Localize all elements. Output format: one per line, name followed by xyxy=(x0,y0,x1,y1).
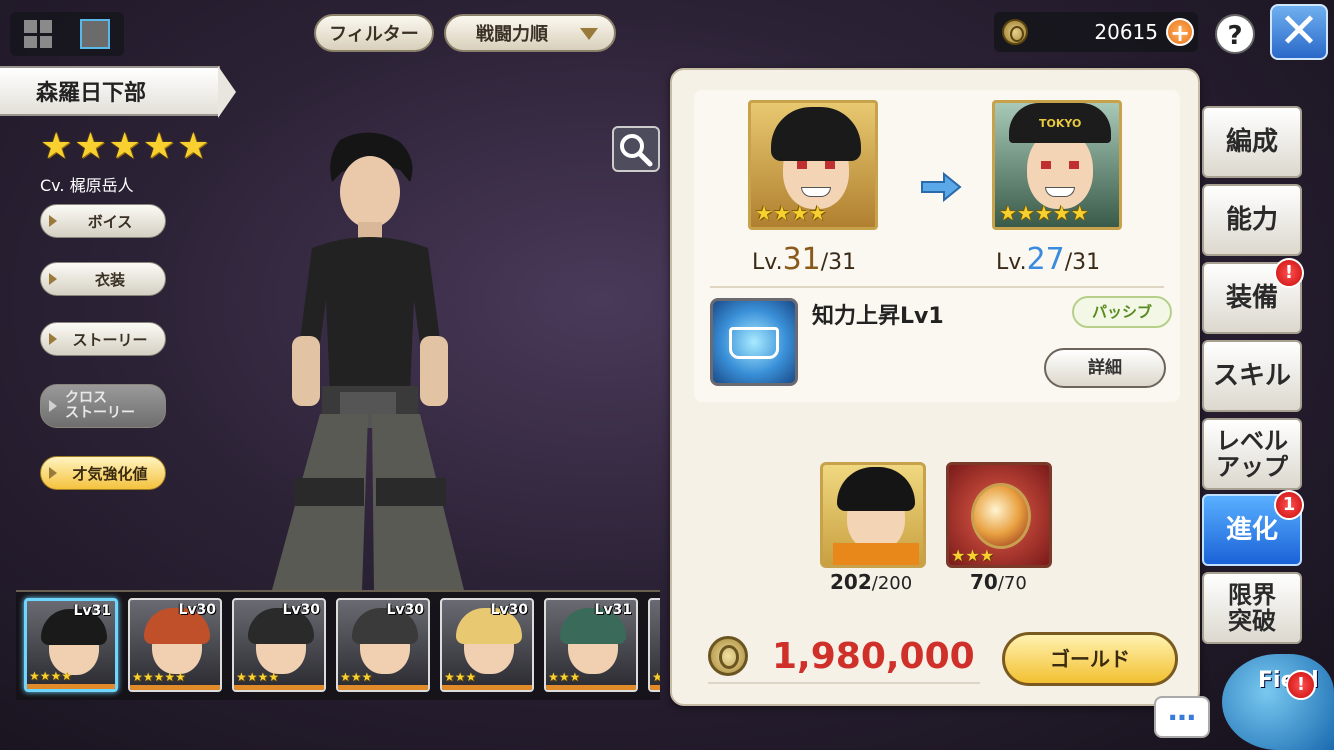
roster-level: Lv30 xyxy=(386,602,424,618)
gold-evolve-button[interactable]: ゴールド xyxy=(1002,632,1178,686)
cross-story-label: クロス ストーリー xyxy=(65,390,135,421)
tab-evolution[interactable]: 進化 1 xyxy=(1202,490,1304,566)
play-icon xyxy=(49,400,57,412)
roster-stars: ★★★ xyxy=(340,670,373,684)
roster-stars: ★★★★ xyxy=(236,670,280,684)
play-icon xyxy=(49,333,57,345)
tab-evolution-label: 進化 xyxy=(1225,515,1278,545)
material-2-count: 70/70 xyxy=(970,570,1027,594)
roster-exp-bar xyxy=(442,685,532,690)
play-icon xyxy=(49,215,57,227)
evolution-cost: 1,980,000 xyxy=(708,630,980,684)
field-button[interactable]: Field ! xyxy=(1222,654,1334,750)
story-button[interactable]: ストーリー xyxy=(40,322,166,356)
roster-stars: ★★★ xyxy=(548,670,581,684)
roster-stars: ★★★ xyxy=(444,670,477,684)
costume-button[interactable]: 衣装 xyxy=(40,262,166,296)
roster-stars: ★ xyxy=(652,670,660,684)
material-stars: ★★★ xyxy=(951,546,995,565)
roster-exp-bar xyxy=(130,685,220,690)
portrait-before[interactable]: ★★★★ xyxy=(748,100,878,230)
zoom-button[interactable] xyxy=(612,126,660,172)
roster-level: Lv30 xyxy=(282,602,320,618)
roster-character-card[interactable]: Lv30 ★★★ xyxy=(440,598,534,692)
before-level: Lv.31/31 xyxy=(752,242,857,277)
roster-exp-bar xyxy=(650,685,660,690)
material-character-fragment[interactable] xyxy=(820,462,926,568)
roster-exp-bar xyxy=(234,685,324,690)
tab-ability[interactable]: 能力 xyxy=(1202,184,1302,256)
divider xyxy=(710,286,1164,288)
chat-button[interactable]: … xyxy=(1154,696,1210,738)
roster-level: Lv31 xyxy=(594,602,632,618)
sort-label: 戦闘力順 xyxy=(476,24,548,45)
roster-character-card[interactable]: Lv30 ★★★ xyxy=(336,598,430,692)
talent-label: 才気強化値 xyxy=(72,464,148,483)
search-icon xyxy=(620,134,653,167)
story-label: ストーリー xyxy=(72,330,148,349)
portrait-after[interactable]: ★★★★★ xyxy=(992,100,1122,230)
add-gold-icon[interactable]: + xyxy=(1166,18,1194,46)
chevron-down-icon xyxy=(580,28,598,40)
roster-exp-bar xyxy=(546,685,636,690)
gold-coin-icon xyxy=(708,636,748,676)
roster-stars: ★★★★ xyxy=(29,669,73,683)
talent-button[interactable]: 才気強化値 xyxy=(40,456,166,490)
roster-level: Lv30 xyxy=(178,602,216,618)
tab-formation[interactable]: 編成 xyxy=(1202,106,1302,178)
material-evolution-orb[interactable]: ★★★ xyxy=(946,462,1052,568)
tab-equipment-label: 装備 xyxy=(1225,283,1278,313)
tab-skill[interactable]: スキル xyxy=(1202,340,1302,412)
grid-view-icon[interactable] xyxy=(24,20,52,48)
evolution-preview: ★★★★ ★★★★★ Lv.31/31 Lv.27/31 知力上昇Lv1 パッシ… xyxy=(694,90,1180,402)
before-stars: ★★★★ xyxy=(755,201,827,225)
play-icon xyxy=(49,273,57,285)
count-badge: 1 xyxy=(1274,490,1304,520)
roster-level: Lv30 xyxy=(490,602,528,618)
single-view-icon[interactable] xyxy=(80,19,110,49)
character-model xyxy=(272,132,464,590)
sort-dropdown[interactable]: 戦闘力順 xyxy=(444,14,616,52)
cross-story-button[interactable]: クロス ストーリー xyxy=(40,384,166,428)
view-toggle xyxy=(10,12,124,56)
roster-character-card[interactable]: Lv30 ★★★★★ xyxy=(128,598,222,692)
alert-badge: ! xyxy=(1286,670,1316,700)
roster-stars: ★★★★★ xyxy=(132,670,186,684)
after-level: Lv.27/31 xyxy=(996,242,1101,277)
voice-label: ボイス xyxy=(87,212,133,231)
voice-actor: Cv. 梶原岳人 xyxy=(40,176,134,195)
help-button[interactable]: ? xyxy=(1215,14,1255,54)
detail-button[interactable]: 詳細 xyxy=(1044,348,1166,388)
tab-equipment[interactable]: 装備 ! xyxy=(1202,258,1304,334)
passive-badge: パッシブ xyxy=(1072,296,1172,328)
tab-levelup[interactable]: レベル アップ xyxy=(1202,418,1302,490)
roster-character-card[interactable]: ★ xyxy=(648,598,660,692)
material-1-count: 202/200 xyxy=(830,570,913,594)
tab-limit-break[interactable]: 限界 突破 xyxy=(1202,572,1302,644)
roster-character-card[interactable]: Lv30 ★★★★ xyxy=(232,598,326,692)
alert-badge: ! xyxy=(1274,258,1304,288)
gold-amount: 20615 xyxy=(1094,20,1158,44)
voice-button[interactable]: ボイス xyxy=(40,204,166,238)
gold-display: 20615 + xyxy=(994,12,1198,52)
arrow-right-icon xyxy=(921,172,962,202)
roster-character-card[interactable]: Lv31 ★★★ xyxy=(544,598,638,692)
filter-button[interactable]: フィルター xyxy=(314,14,434,52)
gold-coin-icon xyxy=(1002,19,1028,45)
play-icon xyxy=(49,467,57,479)
evolution-panel: ★★★★ ★★★★★ Lv.31/31 Lv.27/31 知力上昇Lv1 パッシ… xyxy=(670,68,1200,706)
roster-character-card[interactable]: Lv31 ★★★★ xyxy=(24,598,118,692)
costume-label: 衣装 xyxy=(94,270,125,289)
character-rarity-stars: ★★★★★ xyxy=(40,126,212,167)
roster-exp-bar xyxy=(27,684,115,689)
skill-name: 知力上昇Lv1 xyxy=(812,304,944,329)
close-button[interactable]: ✕ xyxy=(1270,4,1328,60)
character-name: 森羅日下部 xyxy=(0,66,236,118)
after-stars: ★★★★★ xyxy=(999,201,1089,225)
skill-book-icon[interactable] xyxy=(710,298,798,386)
roster-level: Lv31 xyxy=(73,603,111,619)
cost-amount: 1,980,000 xyxy=(772,635,975,677)
roster-exp-bar xyxy=(338,685,428,690)
character-roster: Lv31 ★★★★ Lv30 ★★★★★ Lv30 ★★★★ Lv30 ★★★ Lv30 ★★★ L… xyxy=(16,590,660,700)
